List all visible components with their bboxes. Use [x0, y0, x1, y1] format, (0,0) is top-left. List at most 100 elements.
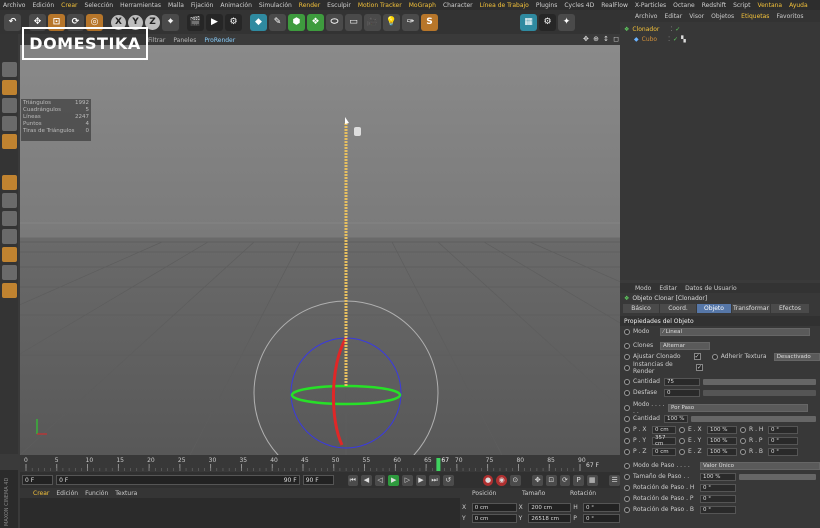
menu-item[interactable]: Selección	[85, 2, 114, 9]
edges-mode-icon[interactable]	[1, 116, 17, 131]
object-row-cube[interactable]: ◆ Cubo ⁚ ✓ ▚	[624, 34, 820, 44]
anim-dot[interactable]	[624, 404, 630, 411]
gear-icon[interactable]: ⚙	[539, 13, 556, 31]
go-to-start-icon[interactable]: ⏮	[347, 474, 359, 486]
menu-item[interactable]: Plugins	[536, 2, 558, 9]
object-menu-item[interactable]: Visor	[689, 13, 704, 20]
cantidad-slider[interactable]	[703, 378, 816, 385]
menu-item[interactable]: Animación	[220, 2, 252, 9]
next-key-icon[interactable]: ▶	[415, 474, 427, 486]
visibility-dots-icon[interactable]: ⁚	[670, 26, 672, 33]
anim-dot[interactable]	[679, 448, 685, 455]
viewport-3d[interactable]	[20, 45, 620, 455]
anim-dot[interactable]	[624, 342, 630, 349]
sculpt-icon[interactable]	[1, 229, 17, 244]
modo-dropdown[interactable]: ⁄ Lineal	[660, 327, 810, 336]
coord-size-y[interactable]: 26518 cm	[528, 514, 572, 523]
param-key-icon[interactable]: P	[573, 474, 584, 486]
next-frame-icon[interactable]: ▷	[402, 474, 413, 486]
render-picture-icon[interactable]: ▶	[206, 13, 223, 31]
param-value[interactable]: 357 cm	[652, 435, 676, 447]
visibility-dots-icon[interactable]: ⁚	[668, 36, 670, 43]
menu-item[interactable]: Render	[299, 2, 320, 9]
viewport-menu-prorender[interactable]: ProRender	[204, 37, 235, 44]
start-frame-field[interactable]: 0 F	[22, 475, 54, 485]
undo-icon[interactable]: ↶	[4, 13, 21, 31]
coord-pos-y[interactable]: 0 cm	[471, 514, 517, 523]
texture-mode-icon[interactable]	[1, 80, 17, 95]
rot-key-icon[interactable]: ⟳	[559, 474, 571, 486]
timeline-window-icon[interactable]: ☰	[609, 474, 620, 486]
adherir-dropdown[interactable]: Desactivado	[773, 352, 820, 361]
snap-icon[interactable]	[1, 211, 17, 226]
record-icon[interactable]: ●	[482, 474, 494, 486]
object-row-cloner[interactable]: ❖ Clonador ⁚ ✓	[624, 24, 820, 34]
menu-item[interactable]: Motion Tracker	[358, 2, 402, 9]
param-value[interactable]: 100 %	[707, 447, 737, 456]
enabled-check-icon[interactable]: ✓	[673, 36, 678, 43]
anim-dot[interactable]	[624, 484, 630, 491]
menu-item[interactable]: Octane	[673, 2, 695, 9]
texture-tag-icon[interactable]: ▚	[681, 36, 686, 43]
pla-key-icon[interactable]: ▦	[586, 474, 598, 486]
menu-item[interactable]: Archivo	[3, 2, 25, 9]
material-manager[interactable]	[20, 498, 460, 528]
object-menu-item[interactable]: Objetos	[711, 13, 734, 20]
menu-item[interactable]: RealFlow	[601, 2, 628, 9]
coord-system-icon[interactable]: ⌖	[162, 13, 179, 31]
frame-range-field[interactable]: 0 F 90 F	[56, 475, 300, 485]
anim-dot[interactable]	[740, 437, 746, 444]
object-menu-item[interactable]: Etiquetas	[741, 13, 769, 20]
deformer-icon[interactable]: ⬭	[326, 13, 343, 31]
render-settings-icon[interactable]: ⚙	[225, 13, 242, 31]
param-value[interactable]: 0 °	[768, 436, 798, 445]
param-value[interactable]: 100 %	[707, 425, 737, 434]
pos-key-icon[interactable]: ✥	[532, 474, 543, 486]
param-value[interactable]: 0 °	[700, 483, 736, 492]
menu-item[interactable]: Redshift	[702, 2, 726, 9]
anim-dot[interactable]	[624, 389, 630, 396]
menu-item[interactable]: Simulación	[259, 2, 292, 9]
menu-item[interactable]: Herramientas	[120, 2, 161, 9]
anim-dot[interactable]	[624, 415, 630, 422]
viewport-menu-paneles[interactable]: Paneles	[173, 37, 196, 44]
param-value[interactable]: 0 cm	[652, 447, 676, 456]
tag-icon[interactable]: ✑	[402, 13, 419, 31]
modo2-dropdown[interactable]: Por Paso	[668, 403, 808, 412]
param-value[interactable]: 0 °	[700, 505, 736, 514]
polygons-mode-icon[interactable]	[1, 134, 17, 149]
coord-rot-p[interactable]: 0 °	[582, 514, 620, 523]
grid-lock-icon[interactable]	[1, 265, 17, 280]
light-icon[interactable]: 💡	[383, 13, 400, 31]
object-name[interactable]: Clonador	[632, 26, 659, 33]
workplane-icon[interactable]	[1, 283, 17, 298]
object-menu-item[interactable]: Favoritos	[776, 13, 803, 20]
menu-item[interactable]: Edición	[32, 2, 54, 9]
material-menu-crear[interactable]: Crear	[33, 490, 49, 497]
tab-básico[interactable]: Básico	[623, 304, 659, 313]
param-value[interactable]: 0 °	[768, 447, 798, 456]
material-menu-edicion[interactable]: Edición	[56, 490, 78, 497]
prev-frame-icon[interactable]: ◁	[374, 474, 386, 486]
tam-slider[interactable]	[739, 473, 816, 480]
anim-dot[interactable]	[624, 328, 630, 335]
subdivision-icon[interactable]: ⬢	[288, 13, 305, 31]
cloner-icon[interactable]: ❖	[307, 13, 324, 31]
viewport-menu-filtrar[interactable]: Filtrar	[148, 37, 165, 44]
desfase-input[interactable]: 0	[664, 388, 700, 397]
anim-dot[interactable]	[740, 426, 746, 433]
anim-dot[interactable]	[624, 378, 630, 385]
anim-dot[interactable]	[624, 495, 630, 502]
points-mode-icon[interactable]	[1, 98, 17, 113]
menu-item[interactable]: Ayuda	[789, 2, 808, 9]
coord-size-x[interactable]: 200 cm	[528, 503, 572, 512]
ajustar-checkbox[interactable]: ✓	[693, 353, 701, 360]
param-value[interactable]: 0 °	[768, 425, 798, 434]
tab-transformar[interactable]: Transformar	[732, 304, 770, 313]
clones-dropdown[interactable]: Alternar	[660, 341, 710, 350]
autokey-icon[interactable]: ◉	[496, 474, 507, 486]
floor-icon[interactable]: ▭	[345, 13, 362, 31]
pen-icon[interactable]: ✎	[269, 13, 286, 31]
anim-dot[interactable]	[711, 353, 718, 360]
go-to-end-icon[interactable]: ⏭	[429, 474, 440, 486]
